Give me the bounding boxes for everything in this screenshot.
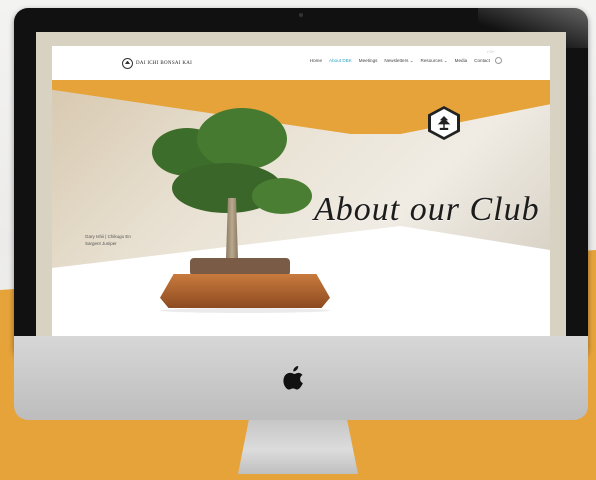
bonsai-pot — [190, 258, 290, 276]
nav-about[interactable]: About DBK — [329, 58, 352, 64]
nav-home[interactable]: Home — [310, 58, 322, 64]
canopy-right — [252, 178, 312, 214]
caption-line-2: Sargent Juniper — [85, 241, 117, 246]
search-icon[interactable] — [495, 57, 502, 64]
main-menu: Home About DBK Meetings Newsletters ⌄ Re… — [310, 58, 490, 64]
hex-inner — [431, 109, 457, 137]
nav-contact[interactable]: Contact — [474, 58, 490, 64]
tree-icon — [437, 116, 451, 130]
bonsai-logo-icon — [122, 57, 133, 69]
nav-media[interactable]: Media — [455, 58, 468, 64]
nav-meetings[interactable]: Meetings — [359, 58, 378, 64]
social-links[interactable]: f G+ — [487, 49, 495, 54]
header-nav: DAI ICHI BONSAI KAI f G+ Home About DBK … — [52, 46, 550, 80]
apple-logo-svg — [283, 366, 303, 390]
site-logo[interactable]: DAI ICHI BONSAI KAI — [122, 57, 193, 69]
monitor-bezel: DAI ICHI BONSAI KAI f G+ Home About DBK … — [14, 8, 588, 360]
caption-line-1: Gary Ishii | Chikugo En — [85, 234, 131, 239]
tree-caption: Gary Ishii | Chikugo En Sargent Juniper — [85, 233, 131, 247]
monitor-stand — [238, 414, 358, 474]
stand-shadow — [160, 308, 330, 313]
camera — [299, 13, 303, 17]
canopy-top — [197, 108, 287, 170]
website: DAI ICHI BONSAI KAI f G+ Home About DBK … — [52, 46, 550, 340]
apple-logo-icon — [282, 366, 306, 390]
hero-title: About our Club — [314, 191, 540, 228]
nav-newsletters[interactable]: Newsletters ⌄ — [384, 58, 413, 64]
nav-resources[interactable]: Resources ⌄ — [421, 58, 448, 64]
bonsai-tree-image — [142, 108, 330, 313]
logo-text: DAI ICHI BONSAI KAI — [136, 60, 193, 66]
wooden-stand — [160, 274, 330, 308]
screen: DAI ICHI BONSAI KAI f G+ Home About DBK … — [36, 32, 566, 350]
